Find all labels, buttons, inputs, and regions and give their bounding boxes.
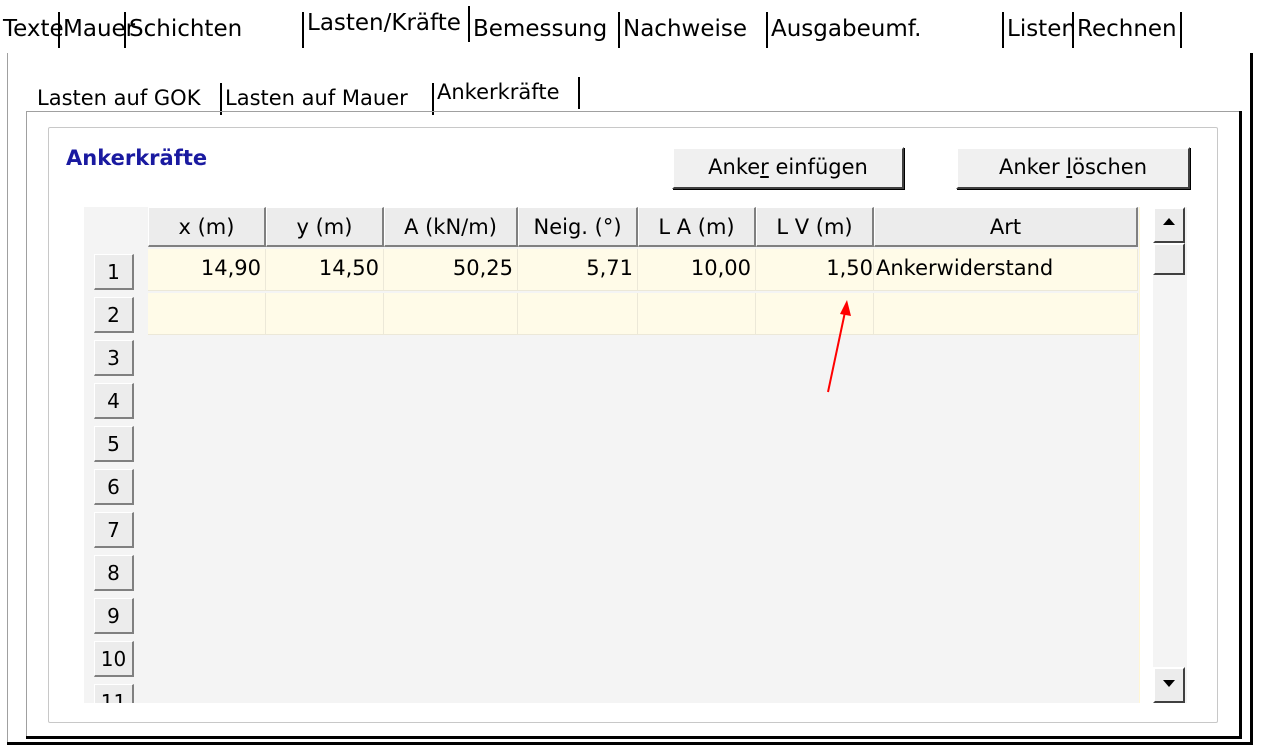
red-arrow-annotation-icon xyxy=(827,300,851,393)
